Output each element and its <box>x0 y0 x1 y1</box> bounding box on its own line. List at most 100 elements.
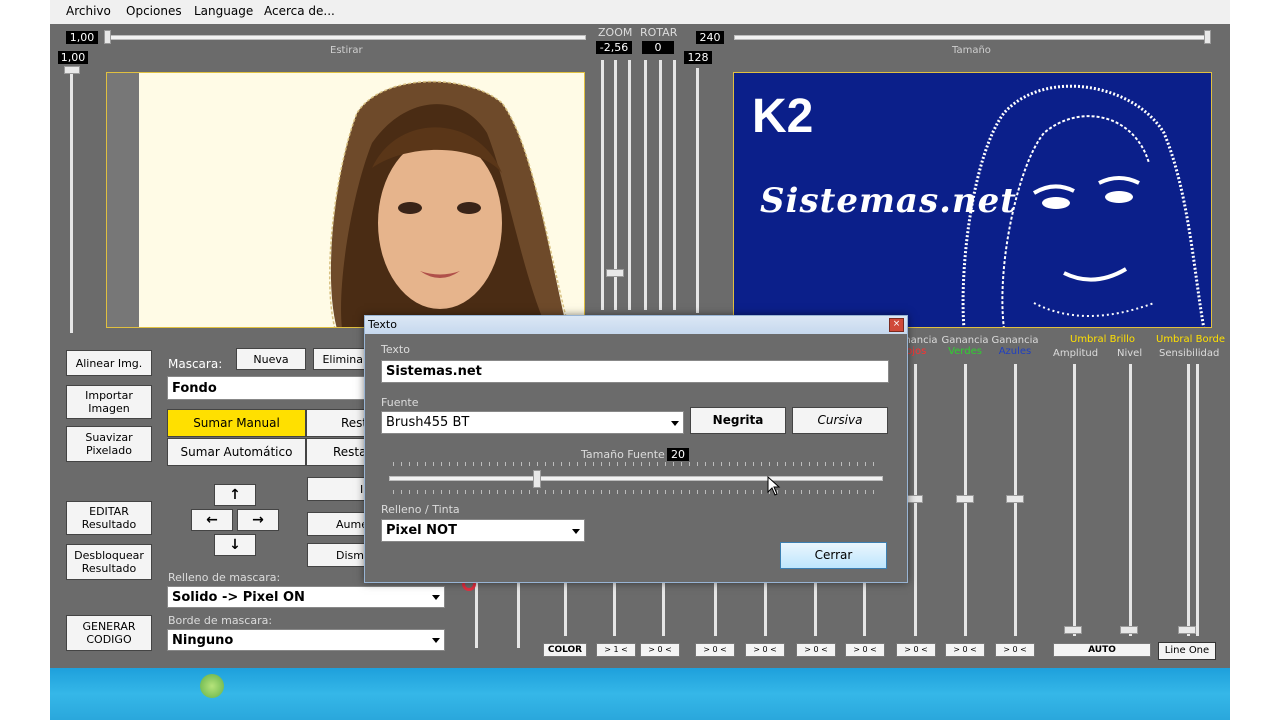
bottom-slider-c[interactable] <box>564 582 567 636</box>
tamano-fuente-label: Tamaño Fuente <box>581 448 665 461</box>
tamano-value: 240 <box>696 31 724 44</box>
sumar-manual-button[interactable]: Sumar Manual <box>167 409 306 437</box>
bottom-slider-f[interactable] <box>714 582 717 636</box>
tamano-vertical-slider[interactable] <box>696 68 699 313</box>
relleno-mascara-select[interactable]: Solido -> Pixel ON <box>167 586 445 608</box>
tamano-slider[interactable] <box>734 35 1208 40</box>
estirar-value: 1,00 <box>66 31 98 44</box>
fuente-select[interactable]: Brush455 BT <box>381 411 684 434</box>
reset-button-8[interactable]: > 0 < <box>995 643 1035 657</box>
nivel-slider-thumb[interactable] <box>1120 626 1138 634</box>
menu-language[interactable]: Language <box>194 4 253 18</box>
arrow-up-button[interactable]: ↑ <box>214 484 256 506</box>
estirar-slider-thumb[interactable] <box>104 30 111 44</box>
bottom-slider-b[interactable] <box>517 582 520 648</box>
arrow-down-button[interactable]: ↓ <box>214 534 256 556</box>
borde-mascara-select[interactable]: Ninguno <box>167 629 445 651</box>
invertir-button[interactable]: Invertir <box>307 477 367 501</box>
brand-text: Sistemas.net <box>760 181 1017 221</box>
line-one-button[interactable]: Line One <box>1158 642 1216 660</box>
ganancia-azules-bottom: Azules <box>998 346 1032 357</box>
mascara-field[interactable]: Fondo <box>167 376 367 400</box>
rotar-slider-track-a <box>644 60 647 310</box>
texto-input[interactable]: Sistemas.net <box>381 360 889 383</box>
borde-mascara-value: Ninguno <box>172 632 234 648</box>
tamano-fuente-value: 20 <box>667 448 689 461</box>
rotar-label: ROTAR <box>640 26 678 39</box>
sensibilidad-slider-thumb[interactable] <box>1178 626 1196 634</box>
source-image-panel[interactable] <box>106 72 585 328</box>
arrow-right-button[interactable]: → <box>237 509 279 531</box>
borde-mascara-label: Borde de mascara: <box>168 614 273 627</box>
reset-button-4[interactable]: > 0 < <box>796 643 836 657</box>
rojos-slider-thumb[interactable] <box>907 495 923 503</box>
sumar-automatico-button[interactable]: Sumar Automático <box>167 438 306 466</box>
reset-button-5[interactable]: > 0 < <box>845 643 885 657</box>
menu-opciones[interactable]: Opciones <box>126 4 182 18</box>
cerrar-button[interactable]: Cerrar <box>780 542 887 569</box>
azules-slider-thumb[interactable] <box>1006 495 1024 503</box>
tamano-fuente-slider-thumb[interactable] <box>533 470 542 488</box>
cursiva-button[interactable]: Cursiva <box>792 407 888 434</box>
menu-acerca[interactable]: Acerca de... <box>264 4 335 18</box>
aumentar-button[interactable]: Aumentar <box>307 512 367 536</box>
reset-button-6[interactable]: > 0 < <box>896 643 936 657</box>
ganancia-verdes-top: Ganancia <box>941 335 989 346</box>
close-icon[interactable]: × <box>889 318 904 332</box>
zoom-slider-track-a <box>601 60 604 310</box>
nueva-button[interactable]: Nueva <box>236 348 306 370</box>
desbloquear-resultado-button[interactable]: Desbloquear Resultado <box>66 544 152 580</box>
relleno-tinta-value: Pixel NOT <box>386 523 457 538</box>
menu-archivo[interactable]: Archivo <box>66 4 111 18</box>
bottom-slider-a[interactable] <box>475 582 478 648</box>
tamano-fuente-slider[interactable] <box>389 476 883 481</box>
color-button[interactable]: COLOR <box>543 643 587 657</box>
negrita-button[interactable]: Negrita <box>690 407 786 434</box>
alinear-img-button[interactable]: Alinear Img. <box>66 350 152 376</box>
relleno-tinta-label: Relleno / Tinta <box>381 503 460 516</box>
amplitud-slider[interactable] <box>1073 364 1076 636</box>
reset-button-3[interactable]: > 0 < <box>745 643 785 657</box>
reset-button-1[interactable]: > 0 < <box>640 643 680 657</box>
arrow-left-button[interactable]: ← <box>191 509 233 531</box>
bottom-slider-g[interactable] <box>764 582 767 636</box>
bottom-slider-i[interactable] <box>863 582 866 636</box>
first-button[interactable]: > 1 < <box>596 643 636 657</box>
suavizar-pixelado-button[interactable]: Suavizar Pixelado <box>66 426 152 462</box>
vertical-value: 1,00 <box>58 51 88 64</box>
bottom-slider-e[interactable] <box>662 582 665 636</box>
result-image-panel[interactable]: K2 Sistemas.net <box>733 72 1212 328</box>
zoom-slider-thumb[interactable] <box>606 269 624 277</box>
disminuir-button[interactable]: Disminuir <box>307 543 367 567</box>
restar-manual-button[interactable]: Restar Manual <box>306 409 366 437</box>
importar-imagen-button[interactable]: Importar Imagen <box>66 385 152 419</box>
generar-codigo-button[interactable]: GENERAR CODIGO <box>66 615 152 651</box>
relleno-tinta-select[interactable]: Pixel NOT <box>381 519 585 542</box>
tamano-slider-thumb[interactable] <box>1204 30 1211 44</box>
vertical-slider-thumb[interactable] <box>64 66 80 74</box>
zoom-value: -2,56 <box>596 41 632 54</box>
desktop-taskbar <box>50 668 1230 720</box>
editar-resultado-button[interactable]: EDITAR Resultado <box>66 501 152 535</box>
dialog-titlebar: Texto × <box>365 316 907 334</box>
logo-k2: K2 <box>752 90 814 143</box>
reset-button-2[interactable]: > 0 < <box>695 643 735 657</box>
tamano-label: Tamaño <box>952 45 991 56</box>
bottom-slider-h[interactable] <box>814 582 817 636</box>
verdes-slider-thumb[interactable] <box>956 495 974 503</box>
zoom-label: ZOOM <box>598 26 633 39</box>
nivel-slider[interactable] <box>1129 364 1132 636</box>
restar-automatico-button[interactable]: Restar Automático <box>306 438 366 466</box>
sensibilidad-slider[interactable] <box>1187 364 1190 636</box>
reset-button-7[interactable]: > 0 < <box>945 643 985 657</box>
portrait-photo <box>328 80 570 327</box>
rotar-slider-track-b <box>673 60 676 310</box>
amplitud-slider-thumb[interactable] <box>1064 626 1082 634</box>
bottom-slider-d[interactable] <box>613 582 616 636</box>
tamano-sub-value: 128 <box>684 51 712 64</box>
chevron-down-icon <box>572 528 580 534</box>
vertical-slider[interactable] <box>70 68 73 333</box>
estirar-slider[interactable] <box>106 35 586 40</box>
auto-button[interactable]: AUTO <box>1053 643 1151 657</box>
rotar-slider[interactable] <box>659 60 662 310</box>
